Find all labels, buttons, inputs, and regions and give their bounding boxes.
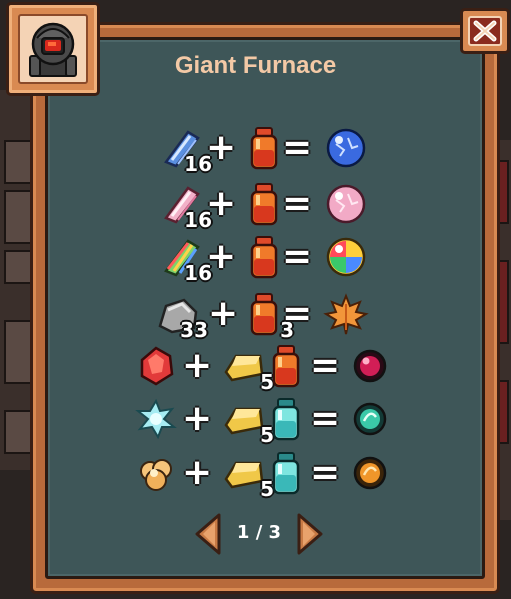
equals-operator: =: [282, 236, 313, 277]
result-slot[interactable]: [322, 180, 370, 228]
recipe-row: 16 + =: [0, 233, 511, 285]
plus-operator: +: [208, 293, 239, 334]
cyan-potion-bottle-icon: [272, 398, 300, 441]
ingredient-slot[interactable]: 5: [220, 449, 274, 501]
red-potion-bottle-icon: [272, 345, 300, 388]
equals-operator: =: [310, 398, 341, 439]
amber-orb-icon: [353, 456, 387, 490]
equals-operator: =: [282, 293, 313, 334]
equals-operator: =: [282, 183, 313, 224]
teal-orb-icon: [353, 402, 387, 436]
plus-operator: +: [206, 183, 237, 224]
recipe-row: 16 + =: [0, 180, 511, 232]
crimson-orb-icon: [353, 349, 387, 383]
result-slot[interactable]: [322, 233, 370, 281]
result-slot[interactable]: [346, 395, 394, 443]
arrow-right-icon: [297, 513, 323, 555]
ingredient-slot[interactable]: [262, 395, 310, 443]
result-slot[interactable]: [322, 124, 370, 172]
equals-operator: =: [282, 127, 313, 168]
result-slot[interactable]: [346, 342, 394, 390]
cyan-crystal-cluster-icon: [135, 398, 177, 440]
ingredient-slot[interactable]: [240, 180, 288, 228]
next-page-button[interactable]: [295, 512, 325, 556]
ingredient-slot[interactable]: [240, 124, 288, 172]
close-button[interactable]: [460, 8, 510, 54]
prev-page-button[interactable]: [193, 512, 223, 556]
plus-operator: +: [182, 398, 213, 439]
panel-title: Giant Furnace: [174, 52, 337, 79]
ingredient-slot[interactable]: 3: [240, 290, 294, 342]
recipe-row: 33 3 + =: [0, 290, 511, 342]
page-indicator: 1 / 3: [236, 522, 282, 543]
recipe-row: 5 + =: [0, 395, 511, 447]
machine-icon-frame: [6, 2, 100, 96]
ingredient-slot[interactable]: [132, 449, 180, 497]
ingredient-slot[interactable]: [132, 395, 180, 443]
result-slot[interactable]: [346, 449, 394, 497]
recipe-row: 5 + =: [0, 449, 511, 501]
ingredient-slot[interactable]: [132, 342, 180, 390]
recipe-row: 16 + =: [0, 124, 511, 176]
orange-maple-leaf-icon: [323, 293, 369, 335]
ingredient-quantity: 33: [180, 318, 208, 342]
blue-orb-icon: [326, 128, 366, 168]
plus-operator: +: [206, 127, 237, 168]
plus-operator: +: [182, 452, 213, 493]
ingredient-slot[interactable]: 5: [220, 342, 274, 394]
plus-operator: +: [182, 345, 213, 386]
result-slot[interactable]: [322, 290, 370, 338]
plus-operator: +: [206, 236, 237, 277]
equals-operator: =: [310, 452, 341, 493]
ingredient-slot[interactable]: [262, 449, 310, 497]
cyan-potion-bottle-icon: [272, 452, 300, 495]
red-potion-bottle-icon: [250, 127, 278, 170]
ingredient-slot[interactable]: [240, 233, 288, 281]
ingredient-slot[interactable]: 5: [220, 395, 274, 447]
close-x-icon: [473, 20, 497, 42]
equals-operator: =: [310, 345, 341, 386]
ingredient-slot[interactable]: [262, 342, 310, 390]
red-potion-bottle-icon: [250, 236, 278, 279]
pink-orb-icon: [326, 184, 366, 224]
pagination: 1 / 3: [193, 512, 325, 558]
recipe-row: 5 + =: [0, 342, 511, 394]
ingredient-slot[interactable]: 16: [158, 124, 212, 176]
ingredient-slot[interactable]: 16: [158, 233, 212, 285]
rainbow-orb-icon: [326, 237, 366, 277]
ingredient-slot[interactable]: 33: [154, 290, 208, 342]
red-gem-icon: [140, 346, 174, 386]
orange-popcorn-nugget-icon: [140, 459, 172, 491]
red-potion-bottle-icon: [250, 183, 278, 226]
ingredient-slot[interactable]: 16: [158, 180, 212, 232]
arrow-left-icon: [195, 513, 221, 555]
